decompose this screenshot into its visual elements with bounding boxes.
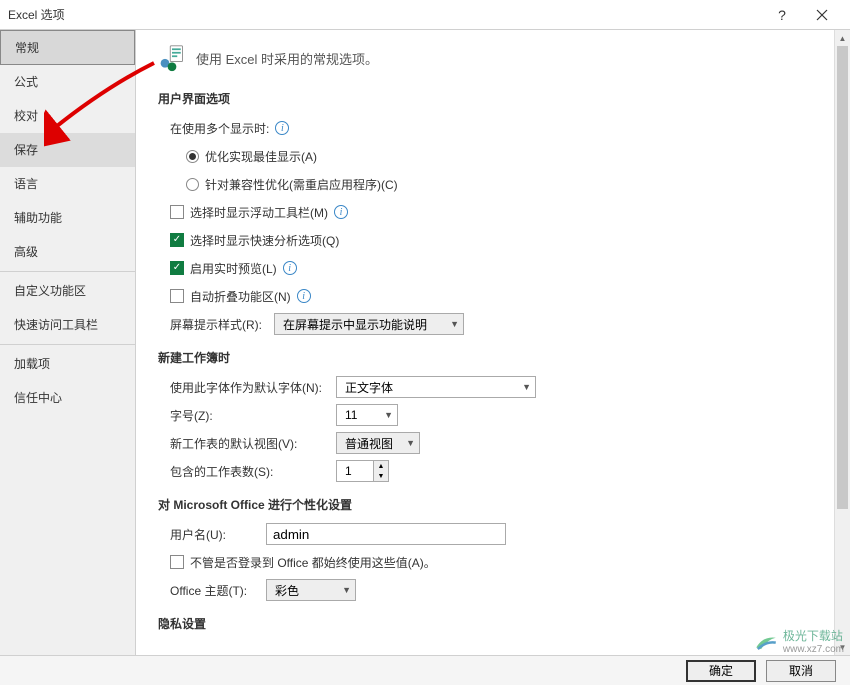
sidebar-item-quick-access[interactable]: 快速访问工具栏 [0, 308, 135, 342]
info-icon[interactable] [283, 261, 297, 275]
sidebar-item-trust-center[interactable]: 信任中心 [0, 381, 135, 415]
username-input[interactable] [266, 523, 506, 545]
ok-label: 确定 [709, 662, 733, 679]
spinner-down[interactable]: ▼ [374, 471, 388, 481]
checkbox-float-toolbar[interactable] [170, 205, 184, 219]
radio-optimize-label: 优化实现最佳显示(A) [205, 148, 317, 165]
chevron-down-icon: ▼ [522, 382, 531, 392]
dialog-footer: 确定 取消 [0, 655, 850, 685]
font-size-value: 11 [345, 408, 376, 422]
cb-float-toolbar-label: 选择时显示浮动工具栏(M) [190, 204, 328, 221]
sheet-count-spinner[interactable]: 1 ▲ ▼ [336, 460, 389, 482]
sidebar-label: 高级 [14, 245, 38, 259]
multi-display-label: 在使用多个显示时: [170, 120, 269, 137]
theme-value: 彩色 [275, 582, 334, 599]
checkbox-collapse-ribbon[interactable] [170, 289, 184, 303]
username-label: 用户名(U): [170, 526, 260, 543]
default-view-label: 新工作表的默认视图(V): [170, 435, 330, 452]
screentip-label: 屏幕提示样式(R): [170, 316, 268, 333]
chevron-down-icon: ▼ [406, 438, 415, 448]
scroll-up-arrow[interactable]: ▲ [835, 30, 850, 46]
help-button[interactable]: ? [762, 0, 802, 30]
info-icon[interactable] [334, 205, 348, 219]
checkbox-live-preview[interactable] [170, 261, 184, 275]
radio-compat-display[interactable] [186, 178, 199, 191]
sidebar-label: 公式 [14, 75, 38, 89]
info-icon[interactable] [297, 289, 311, 303]
sidebar-separator [0, 344, 135, 345]
info-icon[interactable] [275, 121, 289, 135]
section-personalize-title: 对 Microsoft Office 进行个性化设置 [158, 496, 828, 513]
scroll-down-arrow[interactable]: ▼ [835, 639, 850, 655]
checkbox-always-use-values[interactable] [170, 555, 184, 569]
theme-label: Office 主题(T): [170, 582, 260, 599]
cancel-label: 取消 [789, 662, 813, 679]
sidebar-item-customize-ribbon[interactable]: 自定义功能区 [0, 274, 135, 308]
sidebar-item-accessibility[interactable]: 辅助功能 [0, 201, 135, 235]
theme-combo[interactable]: 彩色 ▼ [266, 579, 356, 601]
cb-live-preview-label: 启用实时预览(L) [190, 260, 277, 277]
default-view-value: 普通视图 [345, 435, 398, 452]
sidebar-label: 辅助功能 [14, 211, 62, 225]
section-newwb-title: 新建工作簿时 [158, 349, 828, 366]
sidebar-label: 语言 [14, 177, 38, 191]
ok-button[interactable]: 确定 [686, 660, 756, 682]
sidebar-label: 快速访问工具栏 [14, 318, 98, 332]
font-size-label: 字号(Z): [170, 407, 330, 424]
sidebar-item-advanced[interactable]: 高级 [0, 235, 135, 269]
radio-optimize-display[interactable] [186, 150, 199, 163]
sidebar-label: 校对 [14, 109, 38, 123]
sidebar-item-proofing[interactable]: 校对 [0, 99, 135, 133]
default-font-value: 正文字体 [345, 379, 514, 396]
sidebar-label: 自定义功能区 [14, 284, 86, 298]
sidebar-label: 常规 [15, 41, 39, 55]
close-button[interactable] [802, 0, 842, 30]
radio-compat-label: 针对兼容性优化(需重启应用程序)(C) [205, 176, 398, 193]
default-font-label: 使用此字体作为默认字体(N): [170, 379, 330, 396]
sidebar-label: 信任中心 [14, 391, 62, 405]
titlebar: Excel 选项 ? [0, 0, 850, 30]
scroll-thumb[interactable] [837, 46, 848, 509]
sidebar-item-formulas[interactable]: 公式 [0, 65, 135, 99]
sidebar-item-language[interactable]: 语言 [0, 167, 135, 201]
font-size-combo[interactable]: 11 ▼ [336, 404, 398, 426]
sidebar-item-save[interactable]: 保存 [0, 133, 135, 167]
sheet-count-value: 1 [337, 461, 373, 481]
close-icon [816, 9, 828, 21]
section-ui-title: 用户界面选项 [158, 90, 828, 107]
screentip-value: 在屏幕提示中显示功能说明 [283, 316, 442, 333]
sidebar: 常规 公式 校对 保存 语言 辅助功能 高级 自定义功能区 快速访问工具栏 加载… [0, 30, 136, 655]
cancel-button[interactable]: 取消 [766, 660, 836, 682]
sidebar-label: 保存 [14, 143, 38, 157]
sidebar-label: 加载项 [14, 357, 50, 371]
checkbox-quick-analysis[interactable] [170, 233, 184, 247]
section-privacy-title: 隐私设置 [158, 615, 828, 632]
content-pane: 使用 Excel 时采用的常规选项。 用户界面选项 在使用多个显示时: 优化实现… [136, 30, 850, 655]
header-text: 使用 Excel 时采用的常规选项。 [196, 49, 378, 68]
screentip-combo[interactable]: 在屏幕提示中显示功能说明 ▼ [274, 313, 464, 335]
cb-collapse-ribbon-label: 自动折叠功能区(N) [190, 288, 291, 305]
sidebar-item-addins[interactable]: 加载项 [0, 347, 135, 381]
chevron-down-icon: ▼ [450, 319, 459, 329]
scroll-track[interactable] [835, 46, 850, 639]
window-title: Excel 选项 [8, 6, 762, 23]
cb-always-use-label: 不管是否登录到 Office 都始终使用这些值(A)。 [190, 554, 436, 571]
options-header-icon [158, 44, 186, 72]
vertical-scrollbar[interactable]: ▲ ▼ [834, 30, 850, 655]
sidebar-item-general[interactable]: 常规 [0, 30, 135, 65]
spinner-up[interactable]: ▲ [374, 461, 388, 471]
default-font-combo[interactable]: 正文字体 ▼ [336, 376, 536, 398]
cb-quick-analysis-label: 选择时显示快速分析选项(Q) [190, 232, 339, 249]
sidebar-separator [0, 271, 135, 272]
chevron-down-icon: ▼ [342, 585, 351, 595]
chevron-down-icon: ▼ [384, 410, 393, 420]
sheet-count-label: 包含的工作表数(S): [170, 463, 330, 480]
default-view-combo[interactable]: 普通视图 ▼ [336, 432, 420, 454]
